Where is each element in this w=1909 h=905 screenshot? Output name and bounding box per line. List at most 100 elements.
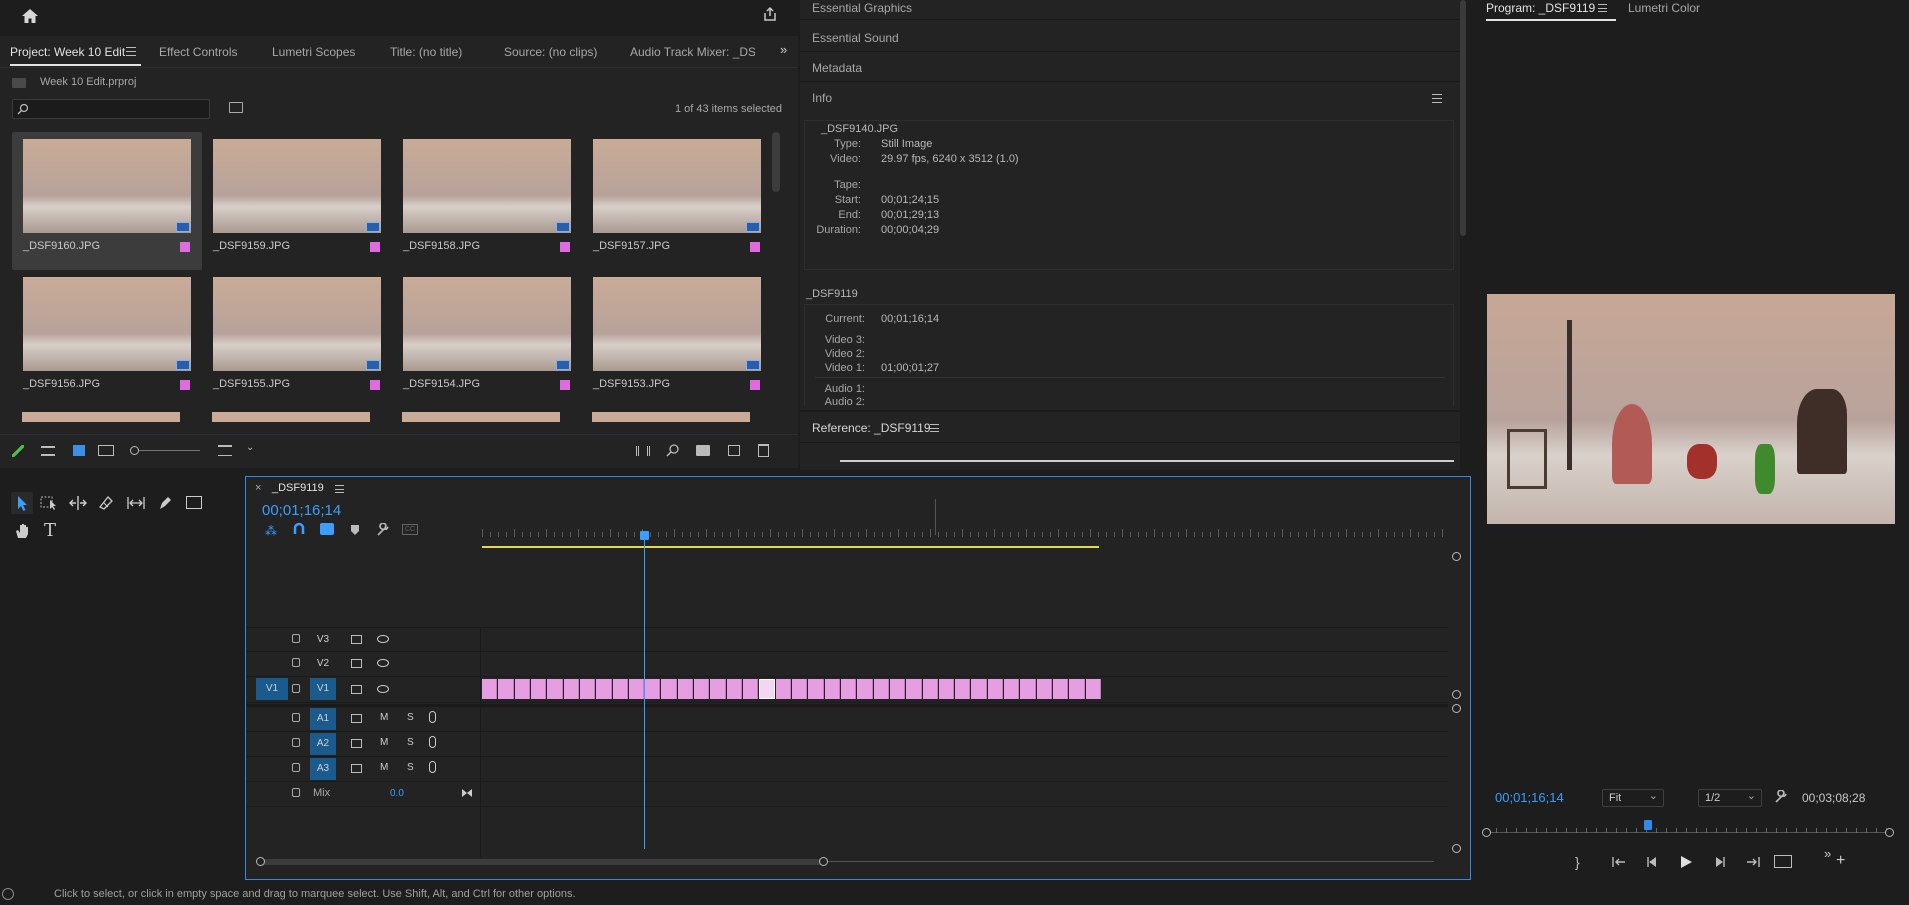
- program-playhead[interactable]: [1643, 820, 1652, 830]
- razor-icon[interactable]: [98, 495, 114, 511]
- track-select-icon[interactable]: [40, 495, 58, 511]
- timeline-clip[interactable]: [971, 679, 987, 699]
- timeline-clip[interactable]: [645, 679, 661, 699]
- scrollbar-thumb[interactable]: [260, 859, 825, 865]
- tab-effect-controls[interactable]: Effect Controls: [159, 45, 237, 59]
- project-scrollbar[interactable]: [772, 132, 780, 192]
- timeline-clip[interactable]: [677, 679, 694, 699]
- time-ruler[interactable]: [482, 517, 1443, 537]
- timeline-clip[interactable]: [1053, 679, 1069, 699]
- timeline-clip[interactable]: [938, 679, 955, 699]
- search-input[interactable]: [31, 101, 201, 117]
- fit-select[interactable]: Fit ⌄: [1602, 789, 1664, 807]
- scrub-start-handle[interactable]: [1482, 828, 1491, 837]
- lock-icon[interactable]: [292, 738, 300, 747]
- go-to-in-icon[interactable]: [1612, 856, 1626, 868]
- mute-button[interactable]: M: [380, 737, 388, 748]
- tab-program[interactable]: Program: _DSF9119: [1486, 1, 1595, 15]
- track-label[interactable]: V1: [310, 678, 336, 700]
- lock-icon[interactable]: [292, 763, 300, 772]
- step-back-icon[interactable]: [1646, 856, 1658, 868]
- timeline-clip[interactable]: [1020, 679, 1036, 699]
- play-icon[interactable]: [1680, 855, 1693, 869]
- icon-view-icon[interactable]: [73, 445, 85, 456]
- panel-menu-icon[interactable]: [335, 485, 344, 493]
- wrench-icon[interactable]: [376, 523, 390, 537]
- resolution-select[interactable]: 1/2 ⌄: [1698, 789, 1762, 807]
- timeline-clip[interactable]: [987, 679, 1004, 699]
- toggle-sync-lock-icon[interactable]: [351, 739, 362, 748]
- vertical-zoom-handle[interactable]: [1452, 844, 1461, 853]
- tab-project[interactable]: Project: Week 10 Edit: [10, 45, 142, 66]
- timeline-clip[interactable]: [514, 679, 530, 699]
- work-area-bar[interactable]: [482, 546, 1099, 548]
- panel-menu-icon[interactable]: [126, 47, 136, 56]
- microphone-icon[interactable]: [429, 761, 436, 773]
- nest-icon[interactable]: ⁂: [265, 524, 277, 538]
- rectangle-icon[interactable]: [186, 496, 202, 509]
- tab-audio-track-mixer[interactable]: Audio Track Mixer: _DSF9: [630, 45, 755, 59]
- timeline-clip[interactable]: [759, 679, 775, 699]
- home-icon[interactable]: [20, 6, 40, 26]
- pen-icon[interactable]: [157, 495, 173, 511]
- add-button-icon[interactable]: +: [1836, 852, 1845, 870]
- solo-button[interactable]: S: [407, 737, 414, 748]
- timeline-clip[interactable]: [955, 679, 971, 699]
- captions-icon[interactable]: CC: [402, 524, 418, 535]
- label-color-swatch[interactable]: [370, 380, 380, 390]
- timeline-clip[interactable]: [530, 679, 547, 699]
- timeline-playhead-handle[interactable]: [640, 531, 649, 540]
- new-search-bin-icon[interactable]: [229, 102, 243, 113]
- horizontal-zoom-scrollbar[interactable]: [256, 857, 1434, 867]
- share-icon[interactable]: [760, 4, 780, 24]
- track-label[interactable]: V2: [310, 653, 336, 675]
- timeline-playhead[interactable]: [644, 537, 645, 849]
- timeline-clip[interactable]: [710, 679, 726, 699]
- timeline-clip[interactable]: [873, 679, 889, 699]
- tab-source[interactable]: Source: (no clips): [504, 45, 597, 59]
- label-color-swatch[interactable]: [560, 242, 570, 252]
- thumbnail-item[interactable]: _DSF9154.JPG: [392, 270, 582, 408]
- selection-tool-icon[interactable]: [11, 492, 33, 514]
- thumbnail-item[interactable]: _DSF9157.JPG: [582, 132, 772, 270]
- thumbnail-item[interactable]: _DSF9155.JPG: [202, 270, 392, 408]
- thumbnail-item[interactable]: _DSF9156.JPG: [12, 270, 202, 408]
- add-marker-icon[interactable]: [350, 524, 360, 536]
- eye-icon[interactable]: [377, 635, 389, 643]
- find-icon[interactable]: [666, 443, 680, 457]
- toggle-sync-lock-icon[interactable]: [351, 685, 362, 694]
- eye-icon[interactable]: [377, 659, 389, 667]
- mix-value[interactable]: 0.0: [390, 788, 404, 799]
- timeline-clip[interactable]: [775, 679, 791, 699]
- timeline-clip[interactable]: [824, 679, 840, 699]
- timeline-clip[interactable]: [628, 679, 645, 699]
- solo-button[interactable]: S: [407, 762, 414, 773]
- hand-icon[interactable]: [13, 522, 31, 540]
- solo-button[interactable]: S: [407, 712, 414, 723]
- timeline-clip[interactable]: [1004, 679, 1020, 699]
- toggle-sync-lock-icon[interactable]: [351, 659, 362, 668]
- timeline-clip[interactable]: [808, 679, 824, 699]
- tab-sequence[interactable]: _DSF9119: [272, 482, 324, 494]
- scrollbar-start-handle[interactable]: [256, 857, 265, 866]
- tab-reference[interactable]: Reference: _DSF9119: [812, 421, 931, 435]
- timeline-clip[interactable]: [743, 679, 759, 699]
- go-to-out-icon[interactable]: [1746, 856, 1760, 868]
- ripple-edit-icon[interactable]: [68, 495, 88, 511]
- export-frame-icon[interactable]: [1774, 855, 1792, 868]
- zoom-slider[interactable]: [130, 446, 200, 455]
- freeform-view-icon[interactable]: [98, 445, 114, 456]
- panel-menu-icon[interactable]: [1432, 94, 1442, 103]
- label-color-swatch[interactable]: [560, 380, 570, 390]
- info-scrollbar[interactable]: [1460, 0, 1466, 236]
- close-icon[interactable]: ×: [255, 482, 261, 494]
- search-field[interactable]: [12, 99, 210, 119]
- timeline-clip[interactable]: [694, 679, 710, 699]
- wrench-icon[interactable]: [1774, 790, 1788, 804]
- new-item-icon[interactable]: [728, 445, 740, 456]
- timeline-clip[interactable]: [906, 679, 922, 699]
- program-scrub-bar[interactable]: [1482, 820, 1894, 838]
- timeline-clip[interactable]: [498, 679, 514, 699]
- vertical-zoom-handle[interactable]: [1452, 690, 1461, 699]
- mute-button[interactable]: M: [380, 762, 388, 773]
